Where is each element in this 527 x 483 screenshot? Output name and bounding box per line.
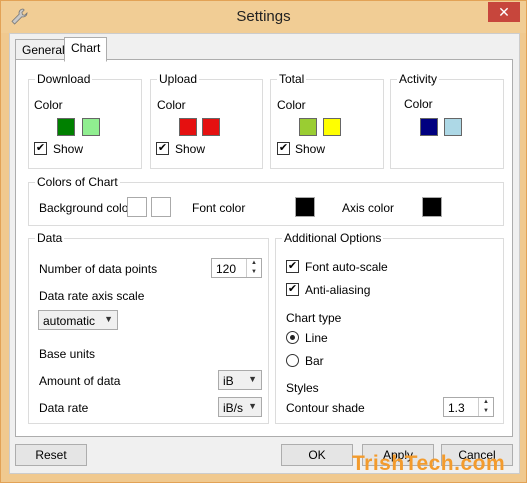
contour-shade-value: 1.3: [448, 401, 465, 415]
activity-color-2[interactable]: [444, 118, 462, 136]
watermark-logo: TrishTech.com: [352, 452, 506, 475]
upload-color-1[interactable]: [179, 118, 197, 136]
additional-options-group: Additional Options ✔ Font auto-scale ✔ A…: [275, 231, 504, 424]
close-button[interactable]: ✕: [488, 2, 520, 22]
chart-type-line-label: Line: [305, 331, 328, 345]
download-color-label: Color: [34, 98, 63, 112]
additional-options-title: Additional Options: [282, 231, 384, 245]
data-points-spinner[interactable]: 120 ▲ ▼: [211, 258, 262, 278]
font-autoscale-checkbox[interactable]: ✔: [286, 260, 299, 273]
title-bar[interactable]: Settings ✕: [1, 1, 526, 33]
axis-scale-value: automatic: [43, 314, 96, 328]
activity-group-title: Activity: [397, 72, 440, 86]
axis-color-label: Axis color: [342, 201, 395, 215]
chart-colors-group: Colors of Chart Background color Font co…: [28, 175, 504, 226]
upload-group: Upload Color ✔ Show: [150, 72, 263, 169]
download-group: Download Color ✔ Show: [28, 72, 142, 169]
antialiasing-checkbox[interactable]: ✔: [286, 283, 299, 296]
axis-scale-label: Data rate axis scale: [39, 289, 145, 303]
chart-type-label: Chart type: [286, 311, 342, 325]
amount-of-data-label: Amount of data: [39, 374, 121, 388]
styles-label: Styles: [286, 381, 319, 395]
upload-color-2[interactable]: [202, 118, 220, 136]
total-color-2[interactable]: [323, 118, 341, 136]
upload-color-label: Color: [157, 98, 186, 112]
amount-unit-value: iB: [223, 374, 234, 388]
upload-show-checkbox[interactable]: ✔: [156, 142, 169, 155]
chart-type-bar-radio[interactable]: [286, 354, 299, 367]
chart-type-bar-label: Bar: [305, 354, 324, 368]
total-color-1[interactable]: [299, 118, 317, 136]
tab-chart[interactable]: Chart: [64, 37, 108, 62]
total-group-title: Total: [277, 72, 307, 86]
background-color-1[interactable]: [127, 197, 147, 217]
total-show-checkbox[interactable]: ✔: [277, 142, 290, 155]
axis-scale-select[interactable]: automatic ▼: [38, 310, 118, 330]
window-title: Settings: [236, 8, 291, 25]
download-show-checkbox[interactable]: ✔: [34, 142, 47, 155]
activity-color-label: Color: [404, 97, 433, 111]
data-group-title: Data: [35, 231, 65, 245]
download-color-1[interactable]: [57, 118, 75, 136]
antialiasing-label: Anti-aliasing: [305, 283, 371, 297]
background-color-2[interactable]: [151, 197, 171, 217]
download-color-2[interactable]: [82, 118, 100, 136]
upload-show-label: Show: [175, 142, 206, 156]
chevron-down-icon: ▼: [248, 374, 257, 384]
radio-selected-dot: [290, 335, 295, 340]
dialog-body: General Chart Download Color ✔ Show Uplo…: [9, 33, 520, 474]
chevron-down-icon: ▼: [248, 401, 257, 411]
contour-shade-label: Contour shade: [286, 401, 365, 415]
activity-group: Activity Color: [390, 72, 504, 169]
download-show-label: Show: [53, 142, 84, 156]
total-group: Total Color ✔ Show: [270, 72, 384, 169]
contour-shade-spinner[interactable]: 1.3 ▲ ▼: [443, 397, 494, 417]
reset-button[interactable]: Reset: [15, 444, 87, 466]
rate-unit-value: iB/s: [223, 401, 244, 415]
download-group-title: Download: [35, 72, 93, 86]
data-rate-label: Data rate: [39, 401, 89, 415]
ok-button[interactable]: OK: [281, 444, 353, 466]
activity-color-1[interactable]: [420, 118, 438, 136]
axis-color-swatch[interactable]: [422, 197, 442, 217]
data-points-label: Number of data points: [39, 262, 158, 276]
chart-tab-panel: Download Color ✔ Show Upload Color ✔ Sho…: [15, 59, 513, 437]
font-color-label: Font color: [192, 201, 246, 215]
upload-group-title: Upload: [157, 72, 200, 86]
data-group: Data Number of data points 120 ▲ ▼ Data r…: [28, 231, 269, 424]
chevron-down-icon: ▼: [104, 314, 113, 324]
data-points-value: 120: [216, 262, 237, 276]
chart-colors-title: Colors of Chart: [35, 175, 120, 189]
total-show-label: Show: [295, 142, 326, 156]
spinner-arrows-icon[interactable]: ▲ ▼: [246, 259, 261, 277]
total-color-label: Color: [277, 98, 306, 112]
chart-type-line-radio[interactable]: [286, 331, 299, 344]
background-color-label: Background color: [39, 201, 133, 215]
base-units-label: Base units: [39, 347, 96, 361]
font-color-swatch[interactable]: [295, 197, 315, 217]
rate-unit-select[interactable]: iB/s ▼: [218, 397, 262, 417]
font-autoscale-label: Font auto-scale: [305, 260, 388, 274]
spinner-arrows-icon[interactable]: ▲ ▼: [478, 398, 493, 416]
settings-window: Settings ✕ General Chart Download Color …: [0, 0, 527, 483]
amount-unit-select[interactable]: iB ▼: [218, 370, 262, 390]
